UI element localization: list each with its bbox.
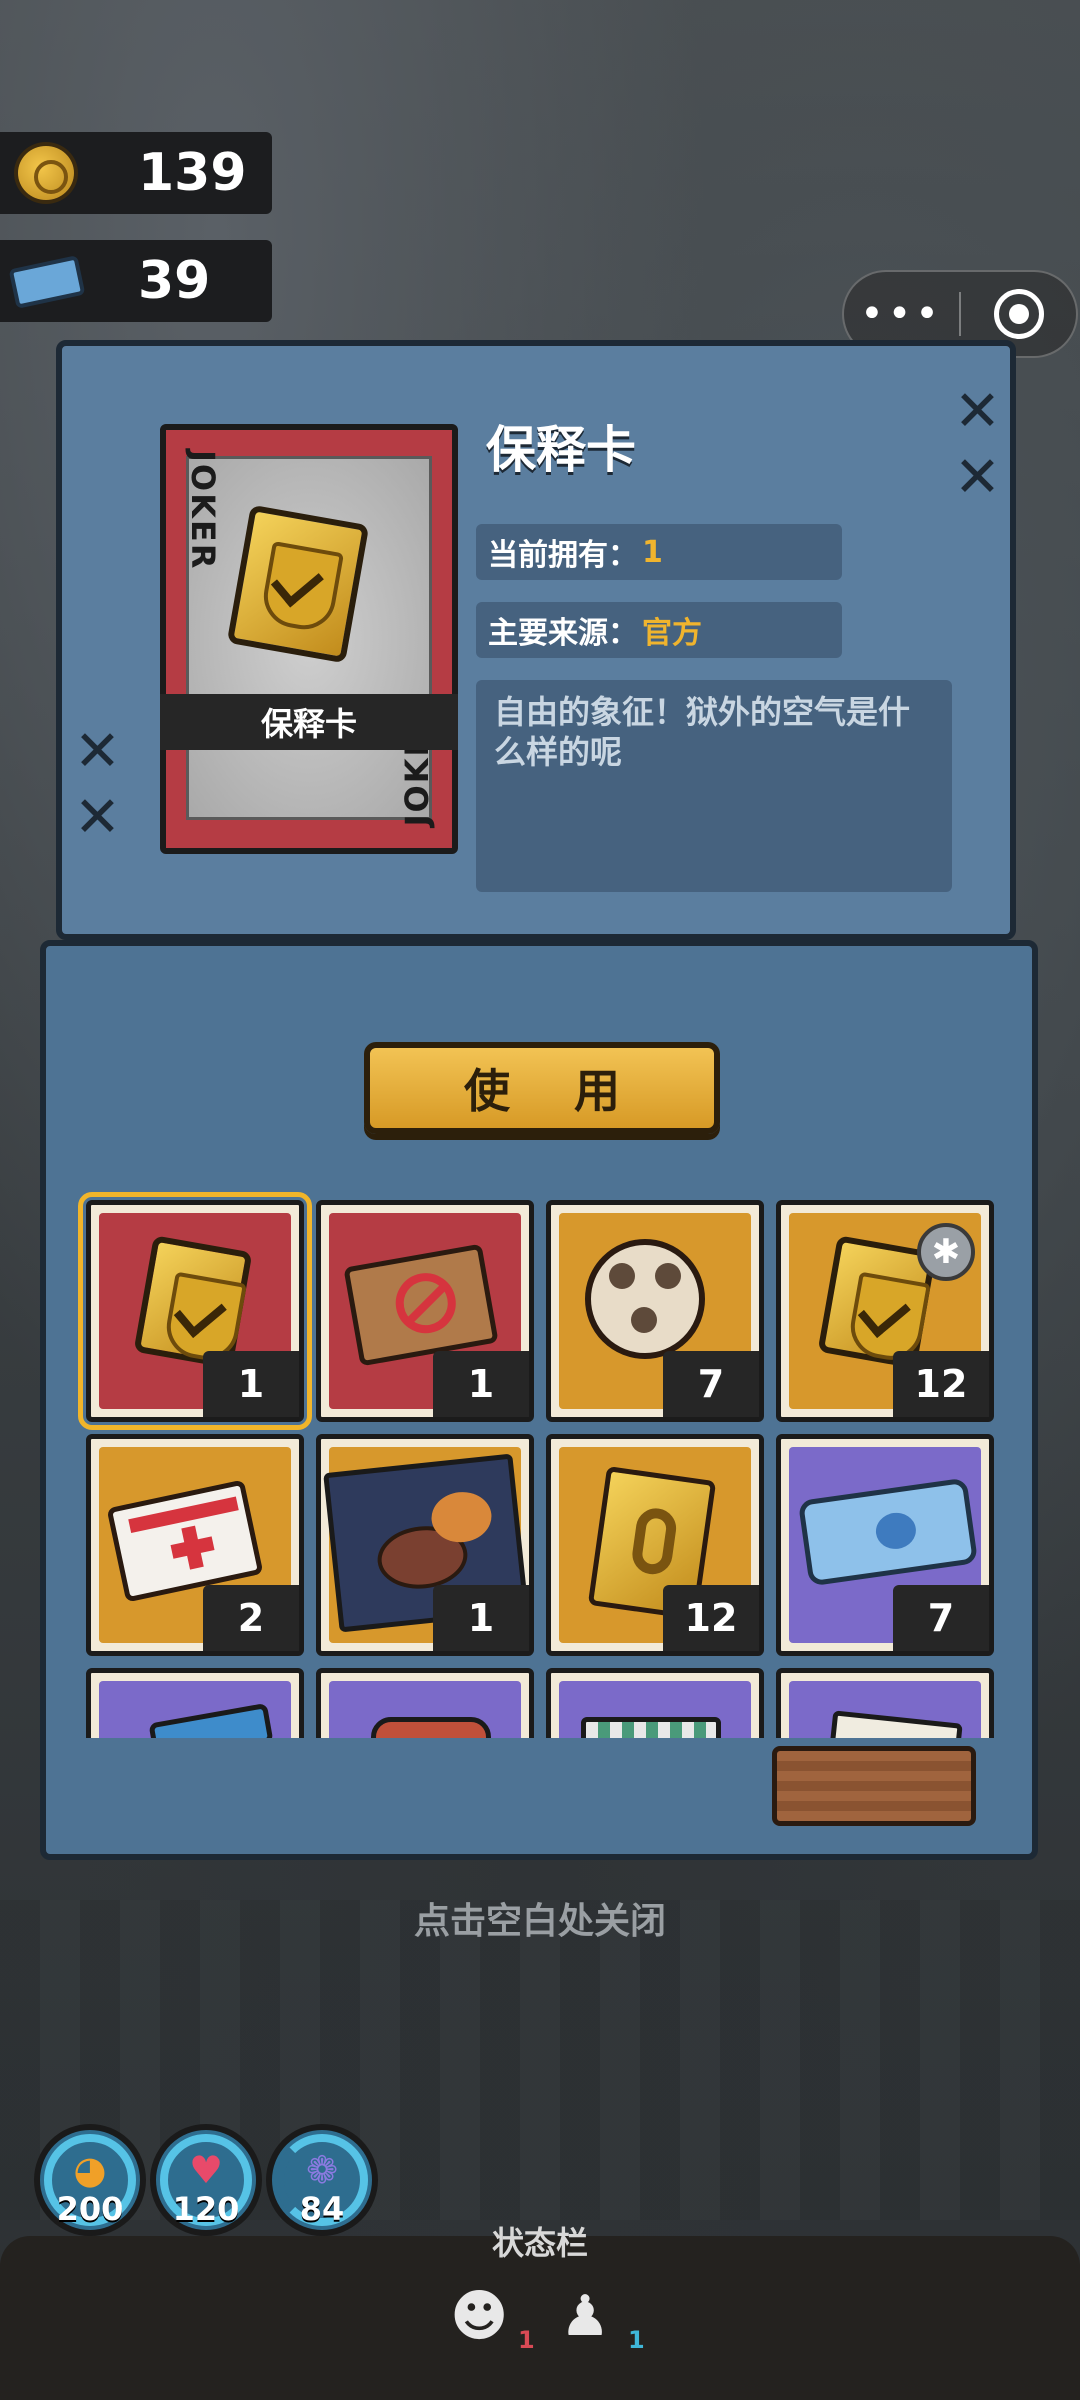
item-count: 7 (893, 1585, 989, 1651)
inventory-slot-steak-meal[interactable]: 1 (316, 1434, 534, 1656)
x-decoration-icon: ✕ (74, 719, 121, 784)
drama-mask-icon[interactable]: ☻ (450, 2284, 508, 2349)
inventory-slot-item-9[interactable] (86, 1668, 304, 1738)
item-card: JOKER JOKER 保释卡 (160, 424, 458, 854)
card-corner-text: JOKER (184, 450, 222, 571)
inventory-slot-medical-card[interactable]: 2 (86, 1434, 304, 1656)
item-icon (371, 1717, 491, 1738)
x-decoration-icon: ✕ (74, 785, 121, 850)
item-count: 1 (433, 1351, 529, 1417)
inventory-slot-item-10[interactable] (316, 1668, 534, 1738)
item-count: 2 (203, 1585, 299, 1651)
inventory-slot-film-reel[interactable]: 7 (546, 1200, 764, 1422)
brain-icon: ❁ (306, 2148, 338, 2192)
x-decoration-icon: ✕ (954, 379, 1001, 444)
bail-card-icon (133, 1235, 253, 1369)
owned-row: 当前拥有： 1 (476, 524, 842, 580)
item-count: 12 (663, 1585, 759, 1651)
wooden-sign-button[interactable] (772, 1746, 976, 1826)
strength-icon[interactable]: ♟ (560, 2284, 610, 2349)
ticket-icon (8, 246, 88, 316)
inventory-grid: 1 1 7 ✱ 12 2 1 12 7 (78, 1190, 1002, 1738)
film-reel-icon (585, 1239, 705, 1359)
source-row: 主要来源： 官方 (476, 602, 842, 658)
owned-label: 当前拥有： (488, 538, 638, 573)
item-icon (581, 1717, 721, 1738)
status-bar-title: 状态栏 (491, 2224, 588, 2262)
use-button[interactable]: 使 用 (364, 1042, 720, 1134)
item-count: 1 (203, 1351, 299, 1417)
item-count: 1 (433, 1585, 529, 1651)
more-options-button[interactable]: ••• (844, 294, 959, 334)
item-count: 12 (893, 1351, 989, 1417)
inventory-slot-forbidden-ticket[interactable]: 1 (316, 1200, 534, 1422)
inventory-slot-blue-ticket[interactable]: 7 (776, 1434, 994, 1656)
inventory-slot-item-12[interactable] (776, 1668, 994, 1738)
source-value: 官方 (642, 616, 702, 651)
source-label: 主要来源： (488, 616, 638, 651)
effect-count: 1 (628, 2326, 645, 2354)
target-icon (993, 289, 1044, 339)
star-badge-icon: ✱ (917, 1223, 975, 1281)
heart-icon: ♥ (188, 2148, 224, 2192)
owned-value: 1 (642, 534, 663, 570)
card-name-banner: 保释卡 (160, 694, 458, 750)
bail-card-icon (226, 504, 370, 664)
coin-value: 139 (138, 143, 247, 203)
inventory-slot-gold-ribbon-card[interactable]: 12 (546, 1434, 764, 1656)
coin-icon (8, 138, 88, 208)
inventory-slot-bail-card-plus[interactable]: ✱ 12 (776, 1200, 994, 1422)
coin-counter: 139 (0, 132, 272, 214)
item-count: 7 (663, 1351, 759, 1417)
inventory-slot-bail-card[interactable]: 1 (78, 1192, 312, 1430)
close-miniprogram-button[interactable] (961, 289, 1076, 339)
item-title: 保释卡 (486, 421, 636, 479)
effect-count: 1 (518, 2326, 535, 2354)
hunger-icon: ◕ (73, 2148, 107, 2192)
ticket-counter: 39 (0, 240, 272, 322)
close-hint: 点击空白处关闭 (413, 1901, 666, 1942)
ticket-value: 39 (138, 251, 211, 311)
x-decoration-icon: ✕ (954, 445, 1001, 510)
inventory-slot-item-11[interactable] (546, 1668, 764, 1738)
item-description: 自由的象征！狱外的空气是什么样的呢 (476, 680, 952, 892)
